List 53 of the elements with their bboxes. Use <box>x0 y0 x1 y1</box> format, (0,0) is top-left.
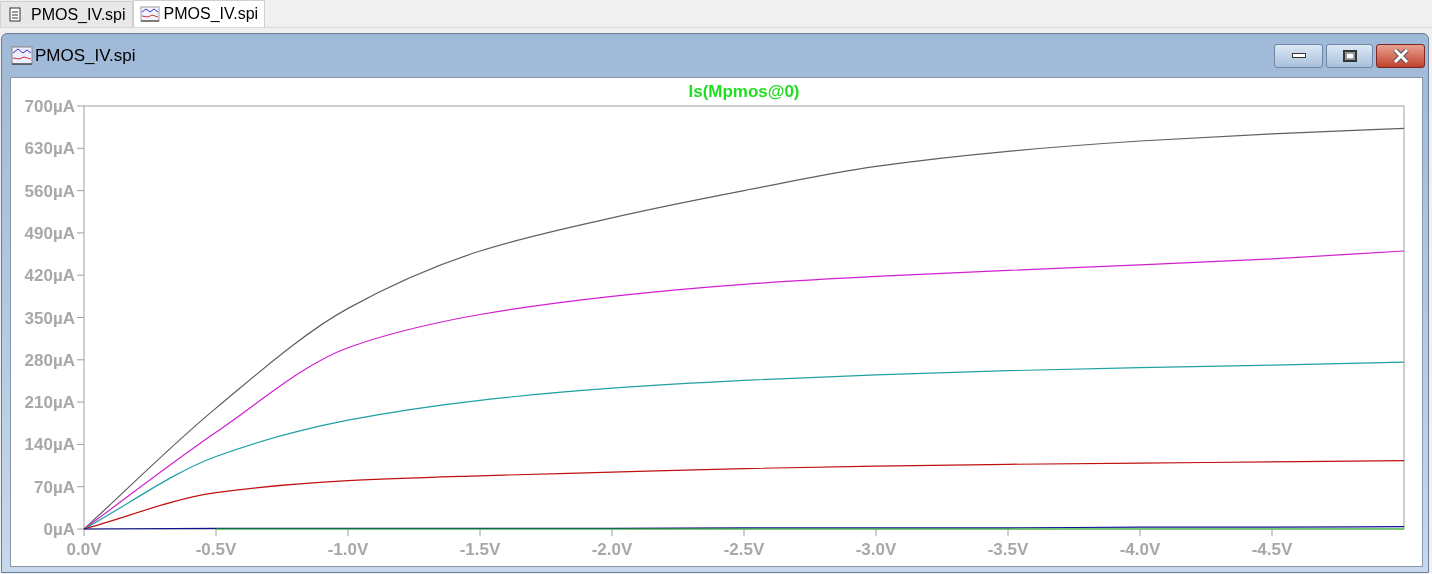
y-tick-label: 0µA <box>43 520 75 539</box>
y-tick-label: 560µA <box>24 181 75 201</box>
y-tick <box>76 359 85 361</box>
y-tick <box>76 274 85 276</box>
y-tick <box>76 401 85 403</box>
window-title: PMOS_IV.spi <box>35 44 136 67</box>
y-tick-label: 700µA <box>24 97 75 116</box>
y-tick-label: 420µA <box>24 266 75 286</box>
y-tick <box>76 190 85 192</box>
x-tick <box>215 528 217 537</box>
chart-icon <box>139 6 160 22</box>
x-tick <box>83 528 85 537</box>
close-icon <box>1392 48 1409 63</box>
y-tick <box>76 443 85 445</box>
y-tick <box>76 105 85 107</box>
y-tick-label: 630µA <box>24 139 75 159</box>
maximize-icon <box>1342 49 1357 62</box>
y-tick-label: 210µA <box>24 393 75 413</box>
y-tick-label: 140µA <box>24 435 75 455</box>
x-tick <box>479 528 481 537</box>
maximize-button[interactable] <box>1326 43 1373 68</box>
x-tick <box>875 528 877 537</box>
tab[interactable]: PMOS_IV.spi <box>132 0 266 27</box>
x-tick-label: -4.0V <box>1119 540 1161 559</box>
x-tick <box>1139 528 1141 537</box>
x-tick-label: -1.5V <box>459 540 501 559</box>
close-button[interactable] <box>1376 43 1425 68</box>
y-tick <box>76 147 85 149</box>
y-tick <box>76 317 85 318</box>
y-tick <box>76 486 85 488</box>
x-tick <box>743 528 745 537</box>
x-tick-label: -0.5V <box>195 540 237 559</box>
tab[interactable]: PMOS_IV.spi <box>0 1 133 27</box>
x-tick <box>611 528 613 537</box>
x-tick-label: -3.5V <box>987 540 1029 559</box>
y-tick-label: 350µA <box>24 308 75 328</box>
x-tick-label: -3.0V <box>855 540 897 559</box>
x-tick-label: -2.5V <box>723 540 765 559</box>
x-tick <box>1007 528 1009 537</box>
x-tick <box>347 528 349 537</box>
y-tick-label: 70µA <box>34 477 75 497</box>
y-tick-label: 490µA <box>24 223 75 243</box>
x-tick-label: -4.5V <box>1251 540 1293 559</box>
y-tick-label: 280µA <box>24 350 75 370</box>
y-tick <box>76 528 85 530</box>
chart-icon <box>11 45 33 66</box>
x-tick <box>1271 528 1273 537</box>
x-tick-label: -2.0V <box>591 540 633 559</box>
minimize-button[interactable] <box>1274 43 1323 68</box>
x-tick-label: -1.0V <box>327 540 369 559</box>
y-tick <box>76 232 85 234</box>
minimize-icon <box>1291 53 1306 58</box>
x-tick-label: 0.0V <box>66 540 102 559</box>
